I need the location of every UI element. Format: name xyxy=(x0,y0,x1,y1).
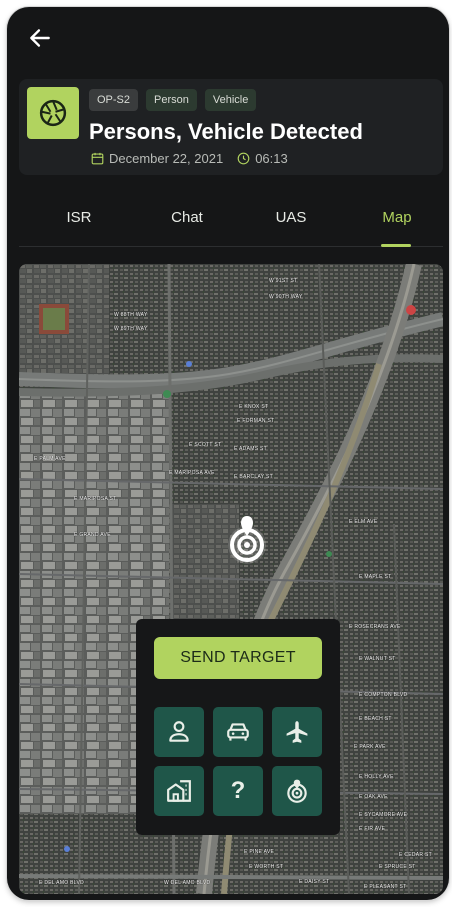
street-label: E ROSECRANS AVE xyxy=(349,624,401,630)
street-label: E ELM AVE xyxy=(349,519,378,525)
street-label: E BEACH ST xyxy=(359,716,392,722)
street-label: E FIR AVE xyxy=(359,826,386,832)
street-label: E DEL AMO BLVD xyxy=(39,880,85,886)
target-icon xyxy=(287,779,307,803)
target-type-aircraft-button[interactable] xyxy=(272,707,322,757)
back-button[interactable] xyxy=(27,25,53,51)
target-pin-icon xyxy=(228,516,266,564)
alert-meta: December 22, 2021 06:13 xyxy=(91,151,288,166)
target-type-building-button[interactable] xyxy=(154,766,204,816)
target-type-target-button[interactable] xyxy=(272,766,322,816)
alert-time: 06:13 xyxy=(255,151,288,166)
tag-person: Person xyxy=(146,89,197,111)
street-label: E SCOTT ST xyxy=(189,442,222,448)
tag-op: OP-S2 xyxy=(89,89,139,111)
street-label: E COMPTON BLVD xyxy=(359,692,408,698)
building-icon xyxy=(167,780,191,802)
street-label: E WORTH ST xyxy=(249,864,284,870)
street-label: E PARK AVE xyxy=(354,744,386,750)
street-label: W 88TH WAY xyxy=(114,312,148,318)
street-label: E PINE AVE xyxy=(244,849,275,855)
target-type-person-button[interactable] xyxy=(154,707,204,757)
airplane-icon xyxy=(286,721,308,743)
date-item: December 22, 2021 xyxy=(91,151,223,166)
street-label: E MARIPOSA AVE xyxy=(169,470,215,476)
tab-chat[interactable]: Chat xyxy=(157,209,217,226)
tab-isr[interactable]: ISR xyxy=(49,209,109,226)
calendar-icon xyxy=(91,152,104,165)
tab-map[interactable]: Map xyxy=(369,209,425,226)
street-label: W 89TH WAY xyxy=(114,326,148,332)
street-label: E PLEASANT ST xyxy=(364,884,407,890)
street-label: E PALM AVE xyxy=(34,456,66,462)
target-panel: SEND TARGET ? xyxy=(136,619,340,835)
app-screen: OP-S2 Person Vehicle Persons, Vehicle De… xyxy=(7,7,449,900)
active-tab-indicator xyxy=(381,244,411,247)
street-label: E GRAND AVE xyxy=(74,532,111,538)
street-label: E MAPLE ST xyxy=(359,574,392,580)
street-label: E BARCLAY ST xyxy=(234,474,273,480)
clock-icon xyxy=(237,152,250,165)
street-label: E SPRUCE ST xyxy=(379,864,416,870)
question-icon: ? xyxy=(230,777,246,804)
street-label: W 91ST ST xyxy=(269,278,298,284)
tab-uas[interactable]: UAS xyxy=(261,209,321,226)
street-label: E WALNUT ST xyxy=(359,656,396,662)
arrow-left-icon xyxy=(30,29,50,47)
send-target-button[interactable]: SEND TARGET xyxy=(154,637,322,679)
street-label: E HOLLY AVE xyxy=(359,774,394,780)
alert-title: Persons, Vehicle Detected xyxy=(89,119,363,144)
street-label: E FORMAN ST xyxy=(237,418,275,424)
time-item: 06:13 xyxy=(237,151,288,166)
camera-shutter-icon xyxy=(39,99,67,127)
street-label: W 90TH WAY xyxy=(269,294,303,300)
tab-bar: ISR Chat UAS Map xyxy=(19,201,443,247)
street-label: E KNOX ST xyxy=(239,404,269,410)
street-label: W DEL AMO BLVD xyxy=(164,880,211,886)
person-icon xyxy=(169,721,189,742)
car-icon xyxy=(227,723,249,741)
street-label: E ADAMS ST xyxy=(234,446,268,452)
street-label: E DAISY ST xyxy=(299,879,330,885)
alert-date: December 22, 2021 xyxy=(109,151,224,166)
street-label: E OAK AVE xyxy=(359,794,388,800)
target-type-grid: ? xyxy=(154,707,322,816)
target-marker[interactable] xyxy=(224,514,270,568)
target-type-vehicle-button[interactable] xyxy=(213,707,263,757)
tag-vehicle: Vehicle xyxy=(204,89,257,111)
street-label: E SYCAMORE AVE xyxy=(359,812,408,818)
street-label: E CEDAR ST xyxy=(399,852,433,858)
alert-card[interactable]: OP-S2 Person Vehicle Persons, Vehicle De… xyxy=(19,79,443,175)
alert-icon-tile xyxy=(27,87,79,139)
satellite-map[interactable]: W 88TH WAY W 89TH WAY W 90TH WAY W 91ST … xyxy=(19,264,443,894)
target-type-unknown-button[interactable]: ? xyxy=(213,766,263,816)
tag-list: OP-S2 Person Vehicle xyxy=(89,89,257,111)
street-label: E MARIPOSA ST xyxy=(74,496,117,502)
